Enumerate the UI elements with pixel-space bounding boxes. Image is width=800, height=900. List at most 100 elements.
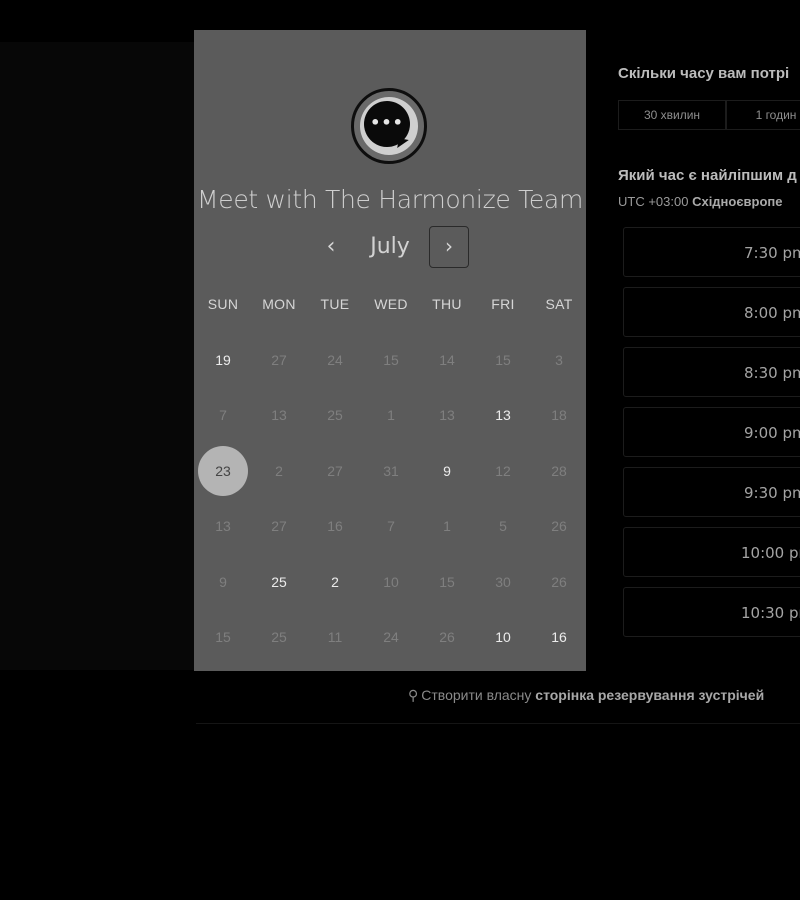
unavailable-day: 31 — [363, 443, 419, 499]
calendar-card: ••• Meet with The Harmonize Team ‹ July … — [194, 30, 586, 671]
unavailable-day: 12 — [475, 443, 531, 499]
calendar-week-row: 7 13 25 1 13 13 18 — [195, 388, 587, 444]
weekday-label: SAT — [545, 296, 573, 312]
timezone-offset: UTC +03:00 — [618, 194, 693, 209]
time-slot-label: 8:00 pm — [744, 304, 800, 322]
available-day[interactable]: 19 — [195, 332, 251, 388]
day-number: 2 — [275, 462, 283, 479]
available-day[interactable]: 2 — [307, 554, 363, 610]
unavailable-day: 7 — [195, 388, 251, 444]
unavailable-day: 5 — [475, 499, 531, 555]
day-number: 19 — [215, 351, 231, 368]
weekday-label: MON — [262, 296, 296, 312]
unavailable-day: 1 — [363, 388, 419, 444]
unavailable-day: 26 — [531, 499, 587, 555]
time-slot-button[interactable]: 9:30 pm — [623, 467, 800, 517]
calendar-week-row: 23 2 27 31 9 12 28 — [195, 443, 587, 499]
unavailable-day: 3 — [531, 332, 587, 388]
month-navigation: ‹ July › — [194, 226, 586, 270]
unavailable-day: 13 — [251, 388, 307, 444]
time-slot-label: 10:00 pm — [741, 544, 800, 562]
unavailable-day: 26 — [419, 610, 475, 666]
day-number: 26 — [551, 518, 567, 535]
time-slot-label: 10:30 pm — [741, 604, 800, 622]
duration-question: Скільки часу вам потрі — [618, 65, 790, 82]
meeting-title: Meet with The Harmonize Team — [196, 185, 584, 214]
timezone-name: Східноєвропе — [692, 194, 783, 209]
time-slot-button[interactable]: 10:30 pm — [623, 587, 800, 637]
next-month-button[interactable]: › — [429, 226, 469, 268]
weekday-label: THU — [432, 296, 462, 312]
time-slot-button[interactable]: 7:30 pm — [623, 227, 800, 277]
day-number: 15 — [215, 629, 231, 646]
day-number: 7 — [219, 407, 227, 424]
day-number: 1 — [443, 518, 451, 535]
day-number: 18 — [551, 407, 567, 424]
unavailable-day: 25 — [307, 388, 363, 444]
weekday-header: SUN MON TUE WED THU FRI SAT — [195, 296, 587, 312]
day-number: 31 — [383, 462, 399, 479]
previous-month-button[interactable]: ‹ — [316, 232, 346, 262]
day-number: 23 — [215, 462, 231, 479]
backdrop — [0, 42, 194, 670]
calendar-week-row: 15 25 11 24 26 10 16 — [195, 610, 587, 666]
unavailable-day: 2 — [251, 443, 307, 499]
available-day[interactable]: 13 — [475, 388, 531, 444]
unavailable-day: 24 — [307, 332, 363, 388]
unavailable-day: 13 — [195, 499, 251, 555]
day-number: 16 — [327, 518, 343, 535]
weekday-label: TUE — [320, 296, 350, 312]
unavailable-day: 18 — [531, 388, 587, 444]
calendar-week-row: 13 27 16 7 1 5 26 — [195, 499, 587, 555]
time-slot-button[interactable]: 8:30 pm — [623, 347, 800, 397]
available-day[interactable]: 10 — [475, 610, 531, 666]
duration-option-30min[interactable]: 30 хвилин — [618, 100, 726, 130]
page: ••• Meet with The Harmonize Team ‹ July … — [0, 0, 800, 900]
unavailable-day: 15 — [475, 332, 531, 388]
booking-panel: Скільки часу вам потрі 30 хвилин 1 годин… — [601, 42, 800, 670]
available-day[interactable]: 25 — [251, 554, 307, 610]
unavailable-day: 24 — [363, 610, 419, 666]
unavailable-day: 26 — [531, 554, 587, 610]
day-number: 25 — [327, 407, 343, 424]
day-number: 14 — [439, 351, 455, 368]
hubspot-sprocket-icon: ⚲ — [408, 688, 419, 704]
duration-option-1hour[interactable]: 1 годин — [726, 100, 800, 130]
create-booking-page-link[interactable]: ⚲ Створити власну сторінка резервування з… — [408, 687, 764, 704]
day-number: 15 — [439, 573, 455, 590]
time-slot-button[interactable]: 10:00 pm — [623, 527, 800, 577]
chat-bubble-icon: ••• — [351, 88, 427, 164]
day-number: 9 — [219, 573, 227, 590]
unavailable-day: 7 — [363, 499, 419, 555]
time-slot-label: 8:30 pm — [744, 364, 800, 382]
weekday-label: FRI — [491, 296, 515, 312]
unavailable-day: 15 — [419, 554, 475, 610]
unavailable-day: 15 — [363, 332, 419, 388]
timezone-label[interactable]: UTC +03:00 Східноєвропе — [618, 194, 783, 209]
day-number: 28 — [551, 462, 567, 479]
unavailable-day: 27 — [307, 443, 363, 499]
unavailable-day: 10 — [363, 554, 419, 610]
day-number: 25 — [271, 573, 287, 590]
unavailable-day: 13 — [419, 388, 475, 444]
day-number: 9 — [443, 462, 451, 479]
day-number: 27 — [327, 462, 343, 479]
time-slot-button[interactable]: 8:00 pm — [623, 287, 800, 337]
unavailable-day: 11 — [307, 610, 363, 666]
day-number: 5 — [499, 518, 507, 535]
day-number: 26 — [439, 629, 455, 646]
unavailable-day: 27 — [251, 332, 307, 388]
available-day[interactable]: 16 — [531, 610, 587, 666]
day-number: 13 — [439, 407, 455, 424]
unavailable-day: 15 — [195, 610, 251, 666]
day-number: 27 — [271, 351, 287, 368]
selected-day[interactable]: 23 — [195, 443, 251, 499]
unavailable-day: 9 — [195, 554, 251, 610]
weekday-label: SUN — [207, 296, 239, 312]
time-slot-button[interactable]: 9:00 pm — [623, 407, 800, 457]
unavailable-day: 14 — [419, 332, 475, 388]
day-number: 24 — [383, 629, 399, 646]
unavailable-day: 1 — [419, 499, 475, 555]
day-number: 27 — [271, 518, 287, 535]
available-day[interactable]: 9 — [419, 443, 475, 499]
